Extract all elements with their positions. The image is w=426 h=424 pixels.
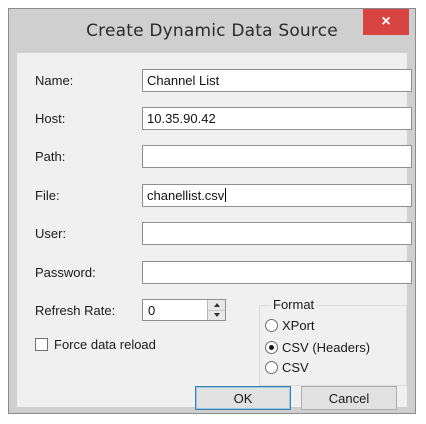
dialog-body: Name: Channel List Host: 10.35.90.42 Pat… (17, 53, 412, 410)
file-field[interactable]: chanellist.csv (142, 184, 412, 207)
radio-xport[interactable] (265, 318, 278, 332)
format-option-csv[interactable]: CSV (265, 359, 309, 375)
arrow-down-icon (213, 313, 220, 317)
name-field[interactable]: Channel List (142, 69, 412, 92)
refresh-rate-stepper[interactable]: 0 (142, 299, 226, 321)
format-option-xport[interactable]: XPort (265, 317, 315, 333)
refresh-rate-value: 0 (148, 303, 156, 318)
format-group-title: Format (271, 297, 317, 312)
radio-csv-label: CSV (282, 359, 309, 375)
force-reload-label: Force data reload (54, 336, 156, 352)
stepper-buttons (207, 300, 225, 320)
ok-button[interactable]: OK (195, 386, 291, 410)
stepper-down-button[interactable] (208, 310, 225, 320)
name-label: Name: (35, 73, 74, 88)
cancel-button[interactable]: Cancel (301, 386, 397, 410)
user-label: User: (35, 226, 67, 241)
force-reload-option[interactable]: Force data reload (35, 336, 156, 352)
close-icon: × (381, 13, 391, 30)
user-field[interactable] (142, 222, 412, 245)
password-field[interactable] (142, 261, 412, 284)
close-button[interactable]: × (363, 9, 409, 35)
radio-csv-headers[interactable] (265, 340, 278, 354)
host-field[interactable]: 10.35.90.42 (142, 107, 412, 130)
file-value: chanellist.csv (147, 188, 225, 203)
password-label: Password: (35, 265, 96, 280)
radio-csv-headers-label: CSV (Headers) (282, 339, 371, 355)
format-option-csv-headers[interactable]: CSV (Headers) (265, 339, 370, 355)
title-bar[interactable]: Create Dynamic Data Source × (9, 9, 415, 53)
path-field[interactable] (142, 145, 412, 168)
radio-csv[interactable] (265, 360, 278, 374)
refresh-rate-label: Refresh Rate: (35, 303, 116, 318)
dialog-title: Create Dynamic Data Source (86, 21, 338, 41)
text-caret (225, 188, 227, 202)
radio-xport-label: XPort (282, 317, 315, 333)
file-label: File: (35, 188, 60, 203)
dialog-window: Create Dynamic Data Source × Name: Chann… (8, 8, 416, 414)
host-label: Host: (35, 111, 66, 126)
arrow-up-icon (213, 303, 220, 307)
name-value: Channel List (147, 73, 220, 88)
host-value: 10.35.90.42 (147, 111, 216, 126)
path-label: Path: (35, 149, 66, 164)
force-reload-checkbox[interactable] (35, 337, 48, 351)
